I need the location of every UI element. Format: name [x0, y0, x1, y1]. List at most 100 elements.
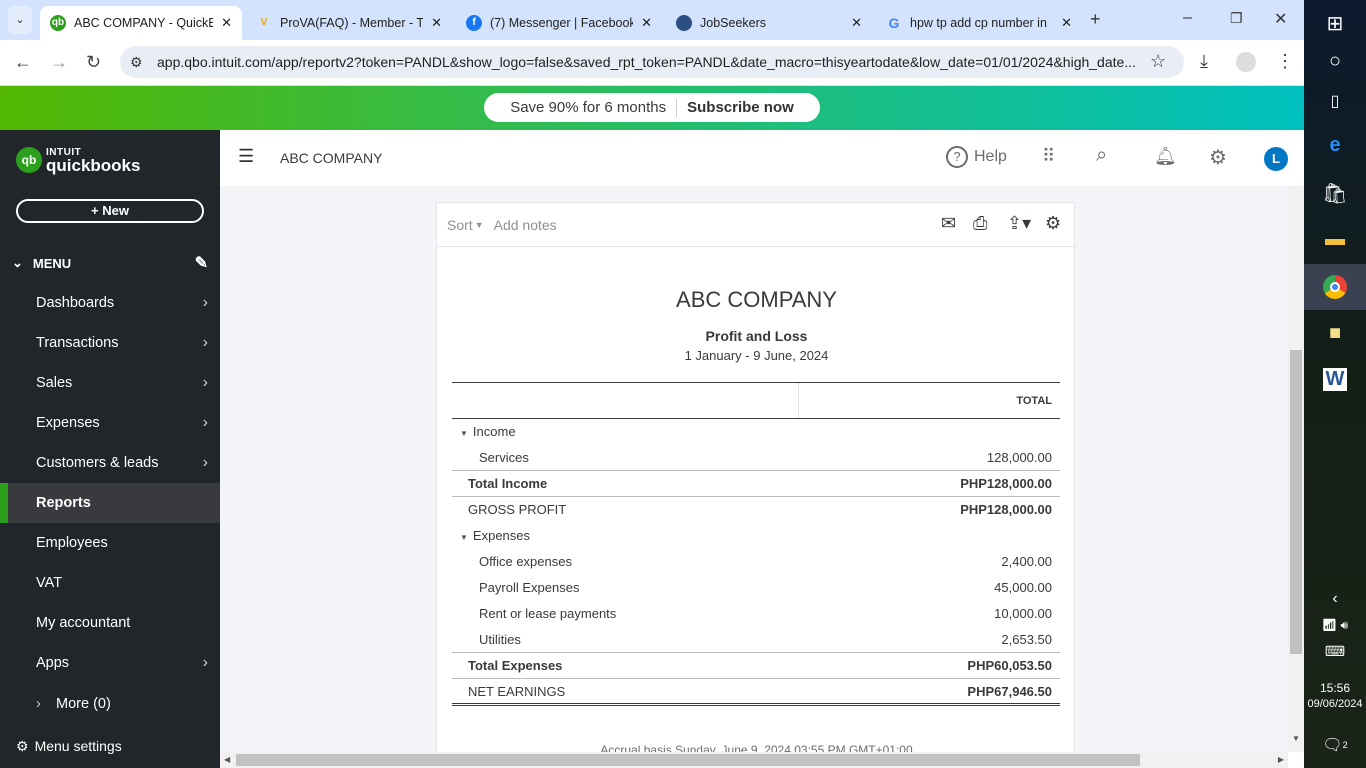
table-row[interactable]: ▼ Expenses	[452, 523, 1060, 549]
sidebar-item-dashboards[interactable]: Dashboards ›	[0, 283, 220, 323]
sidebar-item-expenses[interactable]: Expenses ›	[0, 403, 220, 443]
quickbooks-favicon: qb	[50, 15, 66, 31]
table-row[interactable]: NET EARNINGS PHP67,946.50	[452, 678, 1060, 705]
vertical-scrollbar[interactable]: ▼	[1288, 186, 1304, 752]
table-row[interactable]: ▼ Income	[452, 419, 1060, 445]
horizontal-scrollbar[interactable]: ◀ ▶	[220, 752, 1288, 768]
help-icon: ?	[946, 146, 968, 168]
export-icon[interactable]: ⇪▾	[1007, 213, 1031, 234]
sort-dropdown[interactable]: Sort	[447, 217, 473, 233]
table-row[interactable]: Total Expenses PHP60,053.50	[452, 652, 1060, 679]
forward-icon[interactable]: →	[50, 52, 68, 73]
close-icon[interactable]: ✕	[641, 15, 652, 31]
gear-icon[interactable]: ⚙	[1045, 213, 1061, 234]
table-row[interactable]: Payroll Expenses 45,000.00	[452, 575, 1060, 601]
tab-jobseekers[interactable]: JobSeekers ✕	[666, 6, 872, 40]
store-icon[interactable]: 🛍︎	[1304, 170, 1366, 216]
sidebar-item-sales[interactable]: Sales ›	[0, 363, 220, 403]
report-company: ABC COMPANY	[676, 287, 837, 312]
menu-settings[interactable]: ⚙ Menu settings	[0, 726, 220, 766]
row-value[interactable]: 2,653.50	[798, 627, 1060, 653]
notification-center-icon[interactable]: 🗨︎ 2	[1304, 722, 1366, 768]
bell-icon[interactable]: 🔔︎	[1154, 146, 1177, 167]
apps-grid-icon[interactable]: ⠿	[1042, 146, 1055, 167]
jobseekers-favicon	[676, 15, 692, 31]
row-value[interactable]: 10,000.00	[798, 601, 1060, 627]
add-notes-button[interactable]: Add notes	[494, 217, 557, 233]
tab-google[interactable]: Ghpw tp add cp number in ✕	[876, 6, 1082, 40]
table-row[interactable]: GROSS PROFIT PHP128,000.00	[452, 496, 1060, 523]
row-label: Total Income	[468, 476, 548, 491]
email-icon[interactable]: ✉	[941, 213, 956, 234]
clock[interactable]: 15:56 09/06/2024	[1304, 680, 1366, 712]
site-settings-icon[interactable]: ⚙	[130, 54, 143, 71]
close-icon[interactable]: ✕	[221, 15, 232, 31]
sidebar-item-my-accountant[interactable]: My accountant	[0, 603, 220, 643]
collapse-triangle-icon[interactable]: ▼	[460, 533, 468, 542]
sidebar-item-apps[interactable]: Apps ›	[0, 643, 220, 683]
table-row[interactable]: Office expenses 2,400.00	[452, 549, 1060, 575]
report-title: Profit and Loss	[705, 328, 808, 344]
close-icon[interactable]: ✕	[1061, 15, 1072, 31]
sidebar-item-reports[interactable]: Reports	[0, 483, 220, 523]
search-icon[interactable]: ⌕	[1096, 144, 1107, 167]
subscribe-pill[interactable]: Save 90% for 6 months Subscribe now	[484, 93, 820, 122]
print-icon[interactable]: ⎙	[973, 213, 987, 234]
new-button[interactable]: + New	[16, 199, 204, 223]
menu-header[interactable]: ⌄ MENU ✎	[0, 248, 220, 278]
tab-search-button[interactable]: ⌄	[8, 6, 32, 34]
more-menu-icon[interactable]: ⋮	[1276, 51, 1294, 72]
row-value[interactable]	[798, 419, 1060, 445]
url-input[interactable]: app.qbo.intuit.com/app/reportv2?token=PA…	[120, 46, 1184, 78]
tab-prova[interactable]: V ProVA(FAQ) - Member - To ✕	[246, 6, 452, 40]
close-window-button[interactable]: ✕	[1274, 9, 1287, 29]
word-icon[interactable]: W	[1304, 356, 1366, 402]
close-icon[interactable]: ✕	[431, 15, 442, 31]
subscribe-now-link[interactable]: Subscribe now	[687, 99, 794, 116]
quickbooks-logo[interactable]: qb INTUIT quickbooks	[16, 146, 140, 174]
keyboard-icon[interactable]: ⌨	[1304, 628, 1366, 674]
chevron-right-icon: ›	[202, 374, 208, 391]
sidebar-item-customers-leads[interactable]: Customers & leads ›	[0, 443, 220, 483]
task-view-icon[interactable]: ▯	[1304, 78, 1366, 124]
table-row[interactable]: Utilities 2,653.50	[452, 627, 1060, 653]
file-explorer-icon[interactable]: ▬	[1304, 216, 1366, 262]
sidebar-item-employees[interactable]: Employees	[0, 523, 220, 563]
new-tab-button[interactable]: +	[1090, 9, 1101, 30]
collapse-menu-icon[interactable]: ☰	[238, 146, 254, 167]
edge-icon[interactable]: e	[1304, 122, 1366, 168]
gear-icon[interactable]: ⚙	[1209, 145, 1227, 170]
sidebar-item-transactions[interactable]: Transactions ›	[0, 323, 220, 363]
minimize-button[interactable]: –	[1183, 9, 1192, 27]
row-value[interactable]: 45,000.00	[798, 575, 1060, 601]
row-value[interactable]: PHP60,053.50	[798, 652, 1060, 679]
sidebar-item-vat[interactable]: VAT	[0, 563, 220, 603]
chrome-icon[interactable]	[1304, 264, 1366, 310]
close-icon[interactable]: ✕	[851, 15, 862, 31]
row-value[interactable]: PHP128,000.00	[798, 470, 1060, 497]
row-value[interactable]: 128,000.00	[798, 445, 1060, 471]
edit-pencil-icon[interactable]: ✎	[195, 253, 208, 273]
row-value[interactable]: PHP67,946.50	[798, 678, 1060, 705]
promo-banner: Save 90% for 6 months Subscribe now	[0, 86, 1304, 130]
help-button[interactable]: ? Help	[946, 146, 1007, 168]
row-label: Services	[479, 449, 529, 465]
profile-icon[interactable]	[1236, 52, 1256, 72]
reload-icon[interactable]: ↻	[86, 52, 101, 73]
row-value[interactable]: 2,400.00	[798, 549, 1060, 575]
sticky-notes-icon[interactable]: ■	[1304, 310, 1366, 356]
row-value[interactable]: PHP128,000.00	[798, 496, 1060, 523]
row-value[interactable]	[798, 523, 1060, 549]
sidebar-item-more[interactable]: › More (0)	[0, 684, 220, 724]
back-icon[interactable]: ←	[14, 52, 32, 73]
tab-quickbooks[interactable]: qbABC COMPANY - QuickBooks✕	[40, 6, 242, 40]
table-row[interactable]: Services 128,000.00	[452, 445, 1060, 471]
bookmark-star-icon[interactable]: ☆	[1150, 51, 1166, 72]
avatar[interactable]: L	[1264, 147, 1288, 171]
collapse-triangle-icon[interactable]: ▼	[460, 429, 468, 438]
table-row[interactable]: Rent or lease payments 10,000.00	[452, 601, 1060, 627]
tab-messenger[interactable]: f (7) Messenger | Facebook ✕	[456, 6, 662, 40]
table-row[interactable]: Total Income PHP128,000.00	[452, 470, 1060, 497]
restore-button[interactable]: ❐	[1230, 10, 1243, 27]
download-icon[interactable]: ⤓	[1200, 51, 1208, 72]
